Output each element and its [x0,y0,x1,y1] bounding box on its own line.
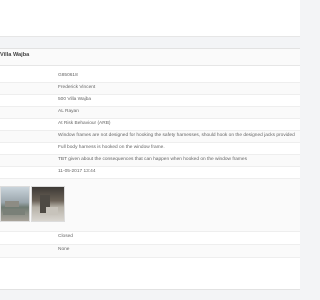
category-value: At Risk Behaviour (ARB) [58,121,111,126]
action-value: TBT given about the consequences that ca… [58,157,247,162]
detail-row-date: 11-05-2017 13:44 [0,167,300,179]
top-bar [0,0,300,37]
reported-by-value: Frederick Vincent [58,85,96,90]
description-value: Window frames are not designed for hooki… [58,133,295,138]
photo-gallery [0,186,80,222]
photo-thumbnail-2[interactable] [31,186,65,222]
detail-row-category: At Risk Behaviour (ARB) [0,119,300,131]
detail-row-photos [0,179,300,232]
detail-row-observation: Full body harness is hooked on the windo… [0,143,300,155]
area-value: AL Rayan [58,109,79,114]
panel-header: Villa Wajba [0,49,300,66]
extra-value: None [58,247,70,252]
detail-row-reported-by: Frederick Vincent [0,83,300,95]
date-value: 11-05-2017 13:44 [58,169,96,174]
detail-row-status: Closed [0,232,300,245]
detail-row-action: TBT given about the consequences that ca… [0,155,300,167]
page-title: Villa Wajba [0,52,30,58]
location-value: 500 Villa Wajba [58,97,92,102]
details-list: G850618 Frederick Vincent 500 Villa Wajb… [0,71,300,258]
detail-row-location: 500 Villa Wajba [0,95,300,107]
details-panel: Villa Wajba G850618 Frederick Vincent 50… [0,48,300,290]
detail-row-description: Window frames are not designed for hooki… [0,131,300,143]
detail-row-reference: G850618 [0,71,300,83]
status-value: Closed [58,234,73,239]
reference-value: G850618 [58,73,78,78]
photo-thumbnail-1[interactable] [0,186,30,222]
detail-row-area: AL Rayan [0,107,300,119]
detail-row-extra: None [0,245,300,258]
observation-value: Full body harness is hooked on the windo… [58,145,165,150]
